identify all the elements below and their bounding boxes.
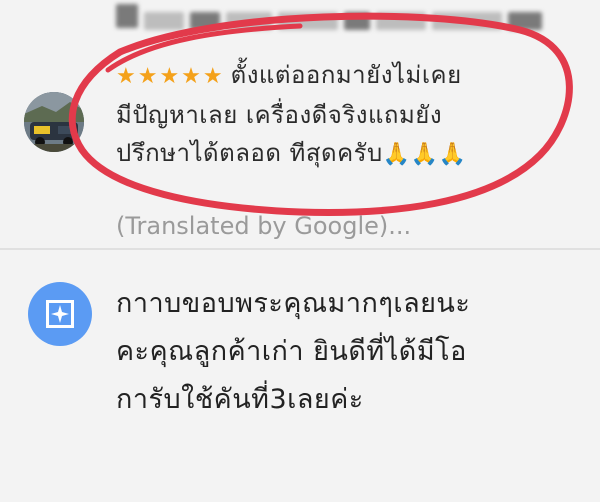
- review-line-2: มีปัญหาเลย เครื่องดีจริงแถมยัง: [116, 101, 443, 129]
- review-text: ★★★★★ ตั้งแต่ออกมายังไม่เคย มีปัญหาเลย เค…: [116, 56, 586, 174]
- reviewer-name-redacted: [116, 0, 556, 40]
- reply-line-1: กาาบขอบพระคุณมากๆเลยนะ: [116, 288, 471, 319]
- star-rating: ★★★★★: [116, 64, 225, 89]
- reply-line-3: การับใช้คันที่3เลยค่ะ: [116, 384, 364, 415]
- review-line-1: ★★★★★ ตั้งแต่ออกมายังไม่เคย: [116, 61, 462, 89]
- owner-avatar: [28, 282, 92, 346]
- praying-hands-emoji: 🙏🙏🙏: [382, 142, 467, 167]
- reviewer-avatar[interactable]: [24, 92, 84, 152]
- review-screen: ★★★★★ ตั้งแต่ออกมายังไม่เคย มีปัญหาเลย เค…: [0, 0, 600, 502]
- user-avatar-photo: [24, 92, 84, 152]
- translated-by-google-link[interactable]: (Translated by Google)...: [116, 212, 411, 240]
- business-profile-icon: [46, 300, 74, 328]
- divider: [0, 248, 600, 250]
- review-line-3: ปรึกษาได้ตลอด ทีสุดครับ🙏🙏🙏: [116, 139, 467, 167]
- owner-reply-text: กาาบขอบพระคุณมากๆเลยนะ คะคุณลูกค้าเก่า ย…: [116, 280, 586, 424]
- reply-line-2: คะคุณลูกค้าเก่า ยินดีที่ได้มีโอ: [116, 336, 467, 367]
